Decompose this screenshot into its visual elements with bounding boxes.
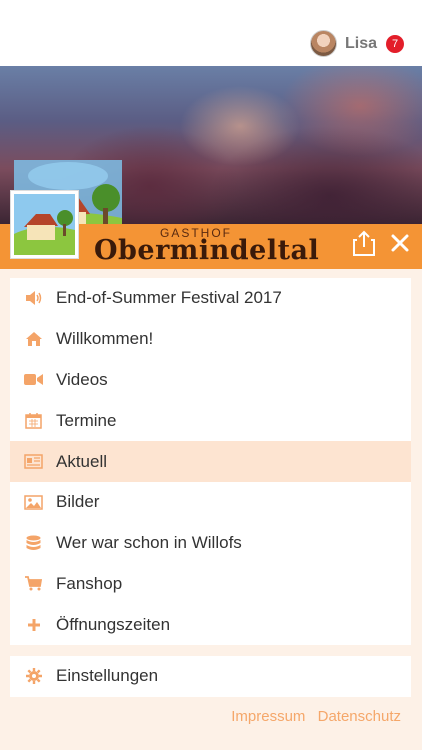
menu-item-label: Willkommen! [56,329,154,349]
user-name[interactable]: Lisa [345,35,377,53]
settings-menu: Einstellungen [10,656,411,697]
menu-item-oeffnungszeiten[interactable]: Öffnungszeiten [10,604,411,645]
menu-item-label: Videos [56,369,108,389]
menu-item-label: Bilder [56,492,100,512]
gear-icon [24,667,43,686]
database-icon [24,534,43,553]
close-icon[interactable] [390,233,410,253]
speaker-icon [24,289,43,308]
datenschutz-link[interactable]: Datenschutz [318,708,401,725]
notification-badge[interactable]: 7 [386,34,404,53]
menu-item-willkommen[interactable]: Willkommen! [10,319,411,360]
menu-item-label: Öffnungszeiten [56,614,171,634]
main-menu: End-of-Summer Festival 2017 Willkommen! … [10,278,411,646]
user-profile[interactable]: Lisa 7 [309,30,404,57]
thumbnail-logo [14,194,75,255]
video-camera-icon [24,370,43,389]
menu-item-einstellungen[interactable]: Einstellungen [10,656,411,697]
menu-item-label: Termine [56,410,117,430]
newspaper-icon [24,452,43,471]
home-icon [24,330,43,349]
menu-item-label: Fanshop [56,573,123,593]
menu-item-bilder[interactable]: Bilder [10,482,411,523]
brand-title: Obermindeltal [94,235,320,266]
calendar-icon [24,411,43,430]
avatar[interactable] [309,30,337,57]
menu-item-termine[interactable]: Termine [10,400,411,441]
menu-item-fanshop[interactable]: Fanshop [10,564,411,605]
menu-item-label: Aktuell [56,451,108,471]
footer-links: Impressum Datenschutz [223,708,401,725]
image-icon [24,493,43,512]
cart-icon [24,574,43,593]
plus-icon [24,615,43,634]
menu-item-aktuell[interactable]: Aktuell [10,441,411,482]
app-thumbnail [10,190,79,259]
menu-item-label: Wer war schon in Willofs [56,533,242,553]
top-bar: Lisa 7 [0,0,422,66]
share-icon[interactable] [353,230,375,256]
menu-item-label: Einstellungen [56,666,159,686]
menu-item-label: End-of-Summer Festival 2017 [56,288,282,308]
menu-item-willofs[interactable]: Wer war schon in Willofs [10,523,411,564]
impressum-link[interactable]: Impressum [231,708,305,725]
menu-item-videos[interactable]: Videos [10,360,411,401]
menu-item-festival[interactable]: End-of-Summer Festival 2017 [10,278,411,319]
